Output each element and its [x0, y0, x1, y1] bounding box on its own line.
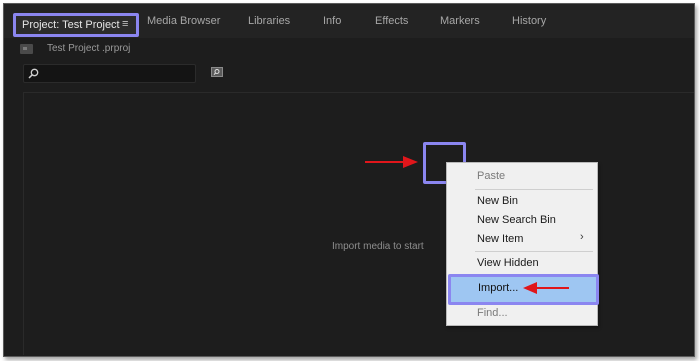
- menu-item-view-hidden[interactable]: View Hidden: [477, 257, 539, 269]
- menu-separator: [475, 189, 593, 190]
- menu-item-import-label: Import...: [478, 282, 519, 294]
- premiere-project-panel: Project: Test Project ≡ Media Browser Li…: [3, 3, 695, 357]
- annotation-arrow-icon: [523, 282, 569, 294]
- menu-item-new-item[interactable]: New Item: [477, 233, 523, 245]
- tab-media-browser[interactable]: Media Browser: [147, 15, 220, 31]
- menu-item-new-search-bin[interactable]: New Search Bin: [477, 214, 556, 226]
- panel-tab-bar: Project: Test Project ≡ Media Browser Li…: [4, 4, 694, 38]
- menu-item-find[interactable]: Find...: [477, 307, 508, 319]
- panel-menu-icon[interactable]: ≡: [122, 18, 128, 30]
- menu-item-paste[interactable]: Paste: [477, 170, 505, 182]
- menu-item-new-bin[interactable]: New Bin: [477, 195, 518, 207]
- magnifier-icon: [28, 68, 39, 79]
- search-input[interactable]: [23, 64, 196, 83]
- magnifier-folder-icon[interactable]: [211, 66, 223, 77]
- tab-project[interactable]: Project: Test Project ≡: [13, 13, 139, 37]
- tab-history[interactable]: History: [512, 15, 546, 31]
- tab-project-label: Project: Test Project: [22, 19, 120, 31]
- tab-libraries[interactable]: Libraries: [248, 15, 290, 31]
- bin-icon: [20, 44, 33, 54]
- project-file-row: Test Project .prproj: [20, 42, 220, 58]
- tab-markers[interactable]: Markers: [440, 15, 480, 31]
- menu-separator: [475, 251, 593, 252]
- tab-info[interactable]: Info: [323, 15, 341, 31]
- annotation-arrow-icon: [365, 156, 418, 168]
- tab-effects[interactable]: Effects: [375, 15, 408, 31]
- project-file-name: Test Project .prproj: [47, 43, 131, 54]
- import-media-hint: Import media to start: [332, 241, 424, 252]
- submenu-chevron-icon: ›: [580, 231, 584, 243]
